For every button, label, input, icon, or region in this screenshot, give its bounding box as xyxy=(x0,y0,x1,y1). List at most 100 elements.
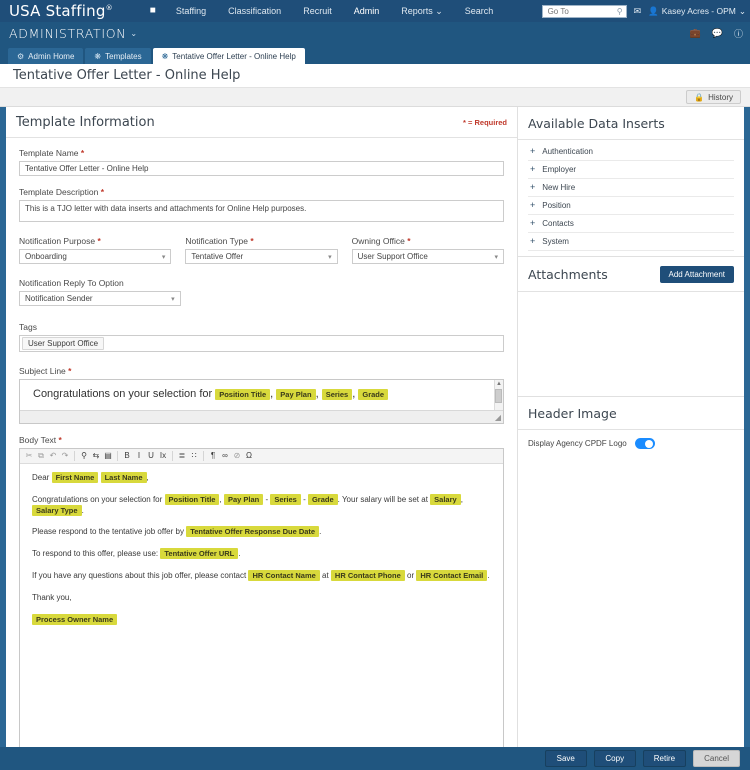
select-all-icon[interactable]: ▤ xyxy=(102,450,114,462)
data-insert-token[interactable]: Series xyxy=(270,493,301,505)
field-label: Notification Purpose * xyxy=(19,236,171,246)
user-menu[interactable]: 👤 Kasey Acres - OPM ⌄ xyxy=(648,6,746,17)
scroll-thumb[interactable] xyxy=(495,389,502,403)
attachments-list xyxy=(518,292,744,396)
data-insert-token[interactable]: Grade xyxy=(307,493,338,505)
body-paragraph: To respond to this offer, please use: Te… xyxy=(32,548,491,560)
nav-item-reports[interactable]: Reports ⌄ xyxy=(390,0,454,22)
scroll-up-arrow-icon[interactable]: ▲ xyxy=(496,380,502,388)
data-insert-token[interactable]: Process Owner Name xyxy=(32,613,118,625)
goto-search-input[interactable] xyxy=(545,5,623,17)
body-text-run: , xyxy=(460,494,463,504)
add-attachment-button[interactable]: Add Attachment xyxy=(659,266,734,283)
cancel-button[interactable]: Cancel xyxy=(693,750,740,767)
notification-reply-to-select[interactable]: Notification Sender ▾ xyxy=(19,291,181,306)
data-insert-token[interactable]: Pay Plan xyxy=(276,389,316,400)
subject-prefix-text: Congratulations on your selection for xyxy=(33,388,216,400)
data-insert-position[interactable]: + Position xyxy=(528,197,734,215)
body-paragraph: Please respond to the tentative job offe… xyxy=(32,526,491,538)
retire-button[interactable]: Retire xyxy=(642,750,687,767)
body-text-content[interactable]: Dear First Name Last Name, Congratulation… xyxy=(20,464,503,756)
numbered-list-icon[interactable]: ≣ xyxy=(176,450,188,462)
field-template-description: Template Description * This is a TJO let… xyxy=(19,187,504,225)
chat-icon[interactable]: 💬 xyxy=(712,28,723,39)
nav-item-search[interactable]: Search xyxy=(454,0,505,22)
data-insert-token[interactable]: Position Title xyxy=(215,389,271,400)
subject-line-editor[interactable]: Congratulations on your selection for Po… xyxy=(19,379,504,424)
find-icon[interactable]: ⚲ xyxy=(78,450,90,462)
body-text-run: . xyxy=(238,549,241,559)
nav-item-classification[interactable]: Classification xyxy=(217,0,292,22)
data-insert-token[interactable]: Salary Type xyxy=(32,504,82,516)
save-button[interactable]: Save xyxy=(544,750,587,767)
body-text-run: , xyxy=(146,473,149,482)
data-insert-system[interactable]: + System xyxy=(528,233,734,251)
data-insert-token[interactable]: Series xyxy=(321,389,353,400)
label-text: Tags xyxy=(19,322,37,332)
editor-toolbar: ✂ ⧉ ↶ ↷ ⚲ ⇆ ▤ B I U Ix ≣ ∷ ¶ ∞ ⊘ Ω xyxy=(20,449,503,464)
data-insert-token[interactable]: HR Contact Email xyxy=(416,569,488,581)
tab-templates[interactable]: ❋ Templates xyxy=(85,48,151,64)
data-insert-token[interactable]: Tentative Offer Response Due Date xyxy=(186,526,320,538)
envelope-icon[interactable]: ✉ xyxy=(634,6,642,16)
plus-icon: + xyxy=(530,182,536,192)
bold-icon[interactable]: B xyxy=(121,450,133,462)
help-icon[interactable]: ⓘ xyxy=(734,27,743,40)
briefcase-icon[interactable]: 💼 xyxy=(690,28,701,39)
administration-title: ADMINISTRATION xyxy=(9,25,127,41)
remove-format-icon[interactable]: Ix xyxy=(157,450,169,462)
owning-office-select[interactable]: User Support Office ▾ xyxy=(351,249,504,264)
field-label: Template Name * xyxy=(19,148,504,158)
template-name-input[interactable] xyxy=(19,161,504,176)
notification-purpose-select[interactable]: Onboarding ▾ xyxy=(19,249,172,264)
right-accent-rail xyxy=(744,107,750,757)
data-insert-token[interactable]: Pay Plan xyxy=(223,493,264,505)
data-insert-token[interactable]: Position Title xyxy=(164,493,220,505)
data-insert-contacts[interactable]: + Contacts xyxy=(528,215,734,233)
italic-icon[interactable]: I xyxy=(133,450,145,462)
tab-tentative-offer-letter[interactable]: ❋ Tentative Offer Letter - Online Help xyxy=(152,48,305,64)
resize-handle-icon[interactable]: ◢ xyxy=(495,414,501,422)
goto-search-box[interactable]: ⚲ xyxy=(541,4,627,18)
data-insert-employer[interactable]: + Employer xyxy=(528,161,734,179)
data-insert-authentication[interactable]: + Authentication xyxy=(528,143,734,161)
data-insert-token[interactable]: Salary xyxy=(430,493,461,505)
tab-admin-home[interactable]: ⚙ Admin Home xyxy=(8,48,84,64)
body-text-run: or xyxy=(404,570,417,580)
label-text: Notification Purpose xyxy=(19,236,96,246)
home-icon[interactable]: ■ xyxy=(141,0,165,22)
data-insert-token[interactable]: First Name xyxy=(51,472,99,483)
nav-item-staffing[interactable]: Staffing xyxy=(165,0,217,22)
template-description-textarea[interactable]: This is a TJO letter with data inserts a… xyxy=(19,200,504,222)
history-button[interactable]: 🔒 History xyxy=(686,90,741,104)
data-insert-token[interactable]: HR Contact Phone xyxy=(330,569,405,581)
chevron-down-icon: ⌄ xyxy=(738,5,746,16)
nav-item-recruit[interactable]: Recruit xyxy=(292,0,343,22)
underline-icon[interactable]: U xyxy=(145,450,157,462)
chevron-down-icon: ▾ xyxy=(494,253,498,261)
replace-icon[interactable]: ⇆ xyxy=(90,450,102,462)
tag-chip[interactable]: User Support Office xyxy=(22,337,105,350)
data-insert-token[interactable]: Last Name xyxy=(100,472,147,483)
copy-button[interactable]: Copy xyxy=(593,750,636,767)
data-insert-token[interactable]: Tentative Offer URL xyxy=(160,548,239,560)
data-insert-label: System xyxy=(542,237,569,246)
data-insert-token[interactable]: Grade xyxy=(358,389,389,400)
data-insert-new-hire[interactable]: + New Hire xyxy=(528,179,734,197)
nav-item-admin[interactable]: Admin xyxy=(342,0,391,23)
history-toolbar: 🔒 History xyxy=(0,88,750,107)
data-insert-token[interactable]: HR Contact Name xyxy=(248,569,320,581)
display-agency-logo-toggle[interactable] xyxy=(634,438,655,449)
paragraph-icon[interactable]: ¶ xyxy=(207,450,219,462)
body-text-editor[interactable]: ✂ ⧉ ↶ ↷ ⚲ ⇆ ▤ B I U Ix ≣ ∷ ¶ ∞ ⊘ Ω Dear First Name Last … xyxy=(19,448,504,757)
tags-input[interactable]: User Support Office xyxy=(19,335,504,352)
subject-line-content[interactable]: Congratulations on your selection for Po… xyxy=(20,380,503,410)
chevron-down-icon[interactable]: ⌄ xyxy=(130,29,137,38)
notification-type-select[interactable]: Tentative Offer ▾ xyxy=(185,249,338,264)
link-icon[interactable]: ∞ xyxy=(219,450,231,462)
display-agency-logo-row: Display Agency CPDF Logo xyxy=(518,430,744,457)
special-char-icon[interactable]: Ω xyxy=(243,450,255,462)
body-text-run: Thank you, xyxy=(32,592,72,602)
bulleted-list-icon[interactable]: ∷ xyxy=(188,450,200,462)
body-text-run: - xyxy=(300,494,308,504)
